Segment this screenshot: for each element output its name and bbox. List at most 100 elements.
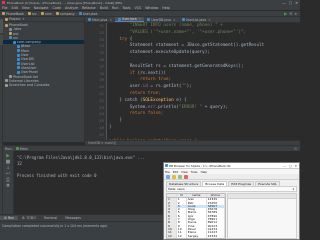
gear-icon[interactable]: ⚙ — [294, 147, 300, 151]
close-icon[interactable]: ✕ — [295, 1, 298, 5]
db-cell[interactable]: 22334 — [206, 234, 226, 238]
code-token: "ERROR! " — [178, 104, 203, 110]
db-minimize-icon[interactable]: — — [283, 164, 286, 168]
folder-icon — [9, 75, 12, 79]
code-token: "VALUES ('"+user.name+"', '"+user.phone+… — [129, 29, 247, 35]
code-token: .println( — [155, 104, 179, 110]
menu-item-navigate[interactable]: Navigate — [32, 6, 51, 10]
editor-tab[interactable]: Main.java × — [85, 17, 115, 22]
bottom-tool-tab[interactable]: Terminal — [40, 216, 61, 220]
revert-changes-icon[interactable] — [184, 174, 188, 179]
db-table-select[interactable]: Table: users — [168, 187, 185, 191]
open-database-icon[interactable] — [172, 174, 176, 179]
db-menu-item[interactable]: File — [165, 170, 170, 174]
bottom-tool-tab[interactable]: 6: TODO — [18, 216, 40, 220]
db-close-icon[interactable]: ✕ — [295, 164, 297, 168]
db-maximize-icon[interactable]: □ — [289, 164, 292, 168]
close-tab-icon[interactable]: × — [173, 18, 176, 22]
code-line: user.id = rs.getInt(""); — [107, 84, 300, 91]
close-tab-icon[interactable]: × — [109, 18, 112, 22]
code-token: "INSERT INTO users (name, phone) " + — [129, 23, 223, 28]
code-token: ); — [186, 84, 192, 90]
code-token: } — [119, 118, 122, 124]
db-menu-item[interactable]: Help — [201, 170, 207, 174]
db-row-number: 12 — [167, 234, 177, 238]
line-number: 32 — [99, 30, 104, 35]
new-database-icon[interactable] — [166, 174, 170, 179]
db-table-selector[interactable]: Table: users ▾ — [166, 186, 297, 192]
menu-item-refactor[interactable]: Refactor — [80, 6, 98, 10]
menu-item-window[interactable]: Window — [143, 6, 160, 10]
nav-crumb[interactable]: User.java — [77, 12, 97, 16]
line-number: 46 — [99, 125, 104, 130]
nav-crumb[interactable]: src — [26, 12, 37, 16]
editor-tab-label: UserDB.java — [151, 17, 171, 22]
code-token: SQLException — [142, 97, 174, 103]
line-number-gutter: 313233343536373839404142434445464748 — [85, 23, 107, 144]
db-table-row[interactable]: 12 12 Sergey 22334 — [167, 234, 226, 238]
db-menu-item[interactable]: View — [181, 170, 188, 174]
search-icon[interactable]: ⌕ — [295, 11, 297, 16]
bottom-tool-tab[interactable]: 4: Run — [0, 216, 19, 220]
close-tab-icon[interactable]: × — [208, 18, 211, 22]
nav-crumb[interactable]: PhoneBook — [0, 12, 24, 16]
menu-item-run[interactable]: Run — [110, 6, 120, 10]
db-menu-item[interactable]: Tools — [191, 170, 198, 174]
close-tab-icon[interactable]: × — [139, 17, 142, 21]
code-token: try — [119, 36, 128, 42]
code-line: } — [107, 125, 300, 132]
menu-item-file[interactable]: File — [0, 6, 10, 10]
line-number: 31 — [99, 24, 104, 28]
folder-icon — [40, 12, 44, 15]
debug-icon[interactable]: ⚙ — [289, 11, 293, 16]
editor-tab[interactable]: UserList.java × — [179, 17, 214, 22]
menu-item-build[interactable]: Build — [98, 6, 110, 10]
folder-icon — [9, 32, 12, 36]
maximize-icon[interactable]: □ — [289, 1, 292, 5]
menu-item-analyze[interactable]: Analyze — [63, 6, 80, 10]
project-tree-item[interactable]: Scratches and Consoles — [3, 83, 84, 87]
menu-item-vcs[interactable]: VCS — [133, 6, 144, 10]
minimize-icon[interactable]: — — [282, 1, 286, 5]
run-icon[interactable]: ▶ — [284, 11, 287, 16]
menu-item-tools[interactable]: Tools — [120, 6, 132, 10]
code-editor[interactable]: "INSERT INTO users (name, phone) " + "VA… — [107, 23, 300, 144]
chevron-down-icon[interactable]: ▾ — [23, 17, 25, 21]
line-number: 41 — [99, 91, 104, 96]
folder-icon — [5, 83, 8, 87]
write-changes-icon[interactable] — [178, 174, 182, 179]
bottom-tool-tab[interactable]: Messages — [61, 216, 85, 220]
run-tab-main[interactable]: Main — [20, 147, 28, 151]
editor-tab-label: Main.java — [92, 17, 108, 22]
code-token: user — [129, 84, 141, 90]
menu-item-edit[interactable]: Edit — [10, 6, 20, 10]
db-cell[interactable]: Sergey — [186, 234, 207, 238]
menu-item-view[interactable]: View — [20, 6, 32, 10]
folder-icon — [55, 12, 59, 15]
db-cell[interactable]: 12 — [176, 234, 187, 238]
java-class-icon — [17, 49, 20, 53]
java-class-icon — [147, 18, 151, 21]
line-number: 37 — [99, 64, 104, 69]
editor-tab[interactable]: UserDB.java × — [144, 17, 178, 22]
db-data-grid[interactable]: id name phone 1 1 Ivan 12345 2 2 Petr 23456 3 3 Anna… — [166, 193, 226, 239]
trash-icon[interactable]: ✖ — [3, 183, 13, 189]
code-token: } catch ( — [119, 97, 143, 103]
db-side-panel — [227, 193, 297, 239]
line-number: 34 — [99, 44, 104, 49]
folder-icon — [9, 27, 12, 31]
db-toolbar — [164, 174, 299, 180]
code-indent: } — [109, 124, 112, 130]
editor-tab-label: User.java — [121, 17, 137, 21]
menu-item-code[interactable]: Code — [51, 6, 63, 10]
db-chevron-down-icon[interactable]: ▾ — [293, 187, 296, 191]
editor-tab[interactable]: User.java × — [114, 17, 145, 22]
db-menu-item[interactable]: Edit — [173, 170, 178, 174]
code-token: = rs.getInt( — [147, 84, 182, 90]
nav-crumb[interactable]: company — [54, 12, 75, 16]
nav-crumb[interactable]: com — [39, 12, 52, 16]
menu-item-help[interactable]: Help — [160, 6, 172, 10]
